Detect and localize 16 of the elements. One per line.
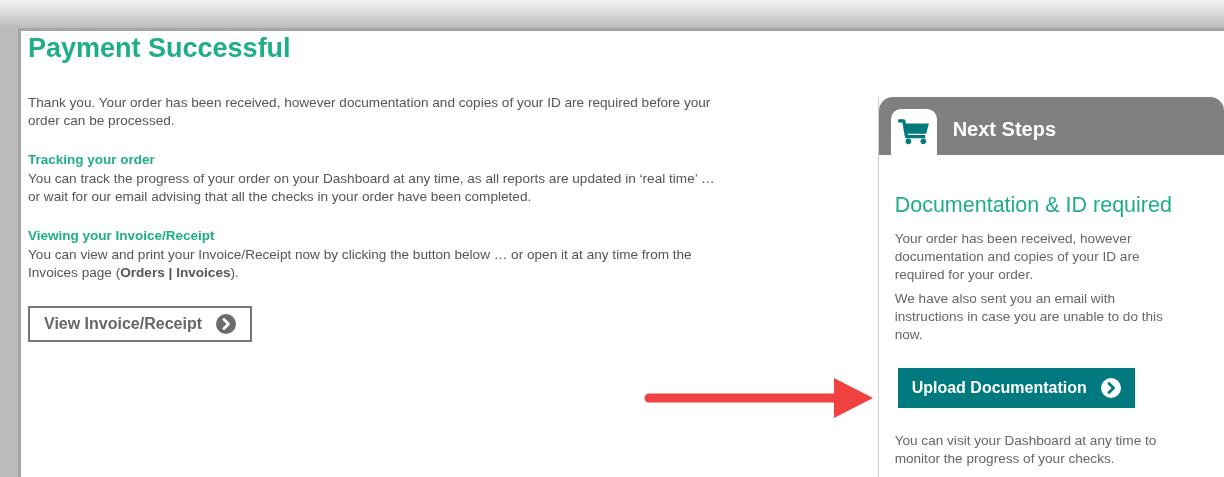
panel-footer-text: You can visit your Dashboard at any time to monitor the progress of your checks. bbox=[894, 432, 1158, 468]
panel-title: Next Steps bbox=[952, 117, 1057, 141]
upload-documentation-button[interactable]: Upload Documentation bbox=[897, 368, 1135, 408]
view-invoice-button[interactable]: View Invoice/Receipt bbox=[28, 306, 252, 342]
panel-heading: Documentation & ID required bbox=[894, 193, 1173, 218]
intro-text: Thank you. Your order has been received, however documentation and copies of your ID are required before your order can be processed. bbox=[28, 94, 712, 130]
page-title: Payment Successful bbox=[28, 33, 292, 64]
panel-text: Your order has been received, however documentation and copies of your ID are required for your order. bbox=[894, 230, 1141, 284]
section-text: You can view and print your Invoice/Receipt now by clicking the button below … or open it at any time from the Invoices page (Orders | Invoices). bbox=[28, 246, 693, 282]
section-heading: Viewing your Invoice/Receipt bbox=[28, 228, 216, 243]
chevron-icon bbox=[1100, 378, 1121, 398]
section-text: You can track the progress of your order on your Dashboard at any time, as all reports are updated in ‘real time’ … or wait for our email advising that all the checks in your order have been completed. bbox=[28, 170, 716, 206]
cart-icon bbox=[890, 109, 937, 155]
section-heading: Tracking your order bbox=[28, 152, 156, 167]
panel-text: We have also sent you an email with instructions in case you are unable to do this now. bbox=[894, 290, 1164, 344]
chevron-icon bbox=[216, 314, 236, 334]
